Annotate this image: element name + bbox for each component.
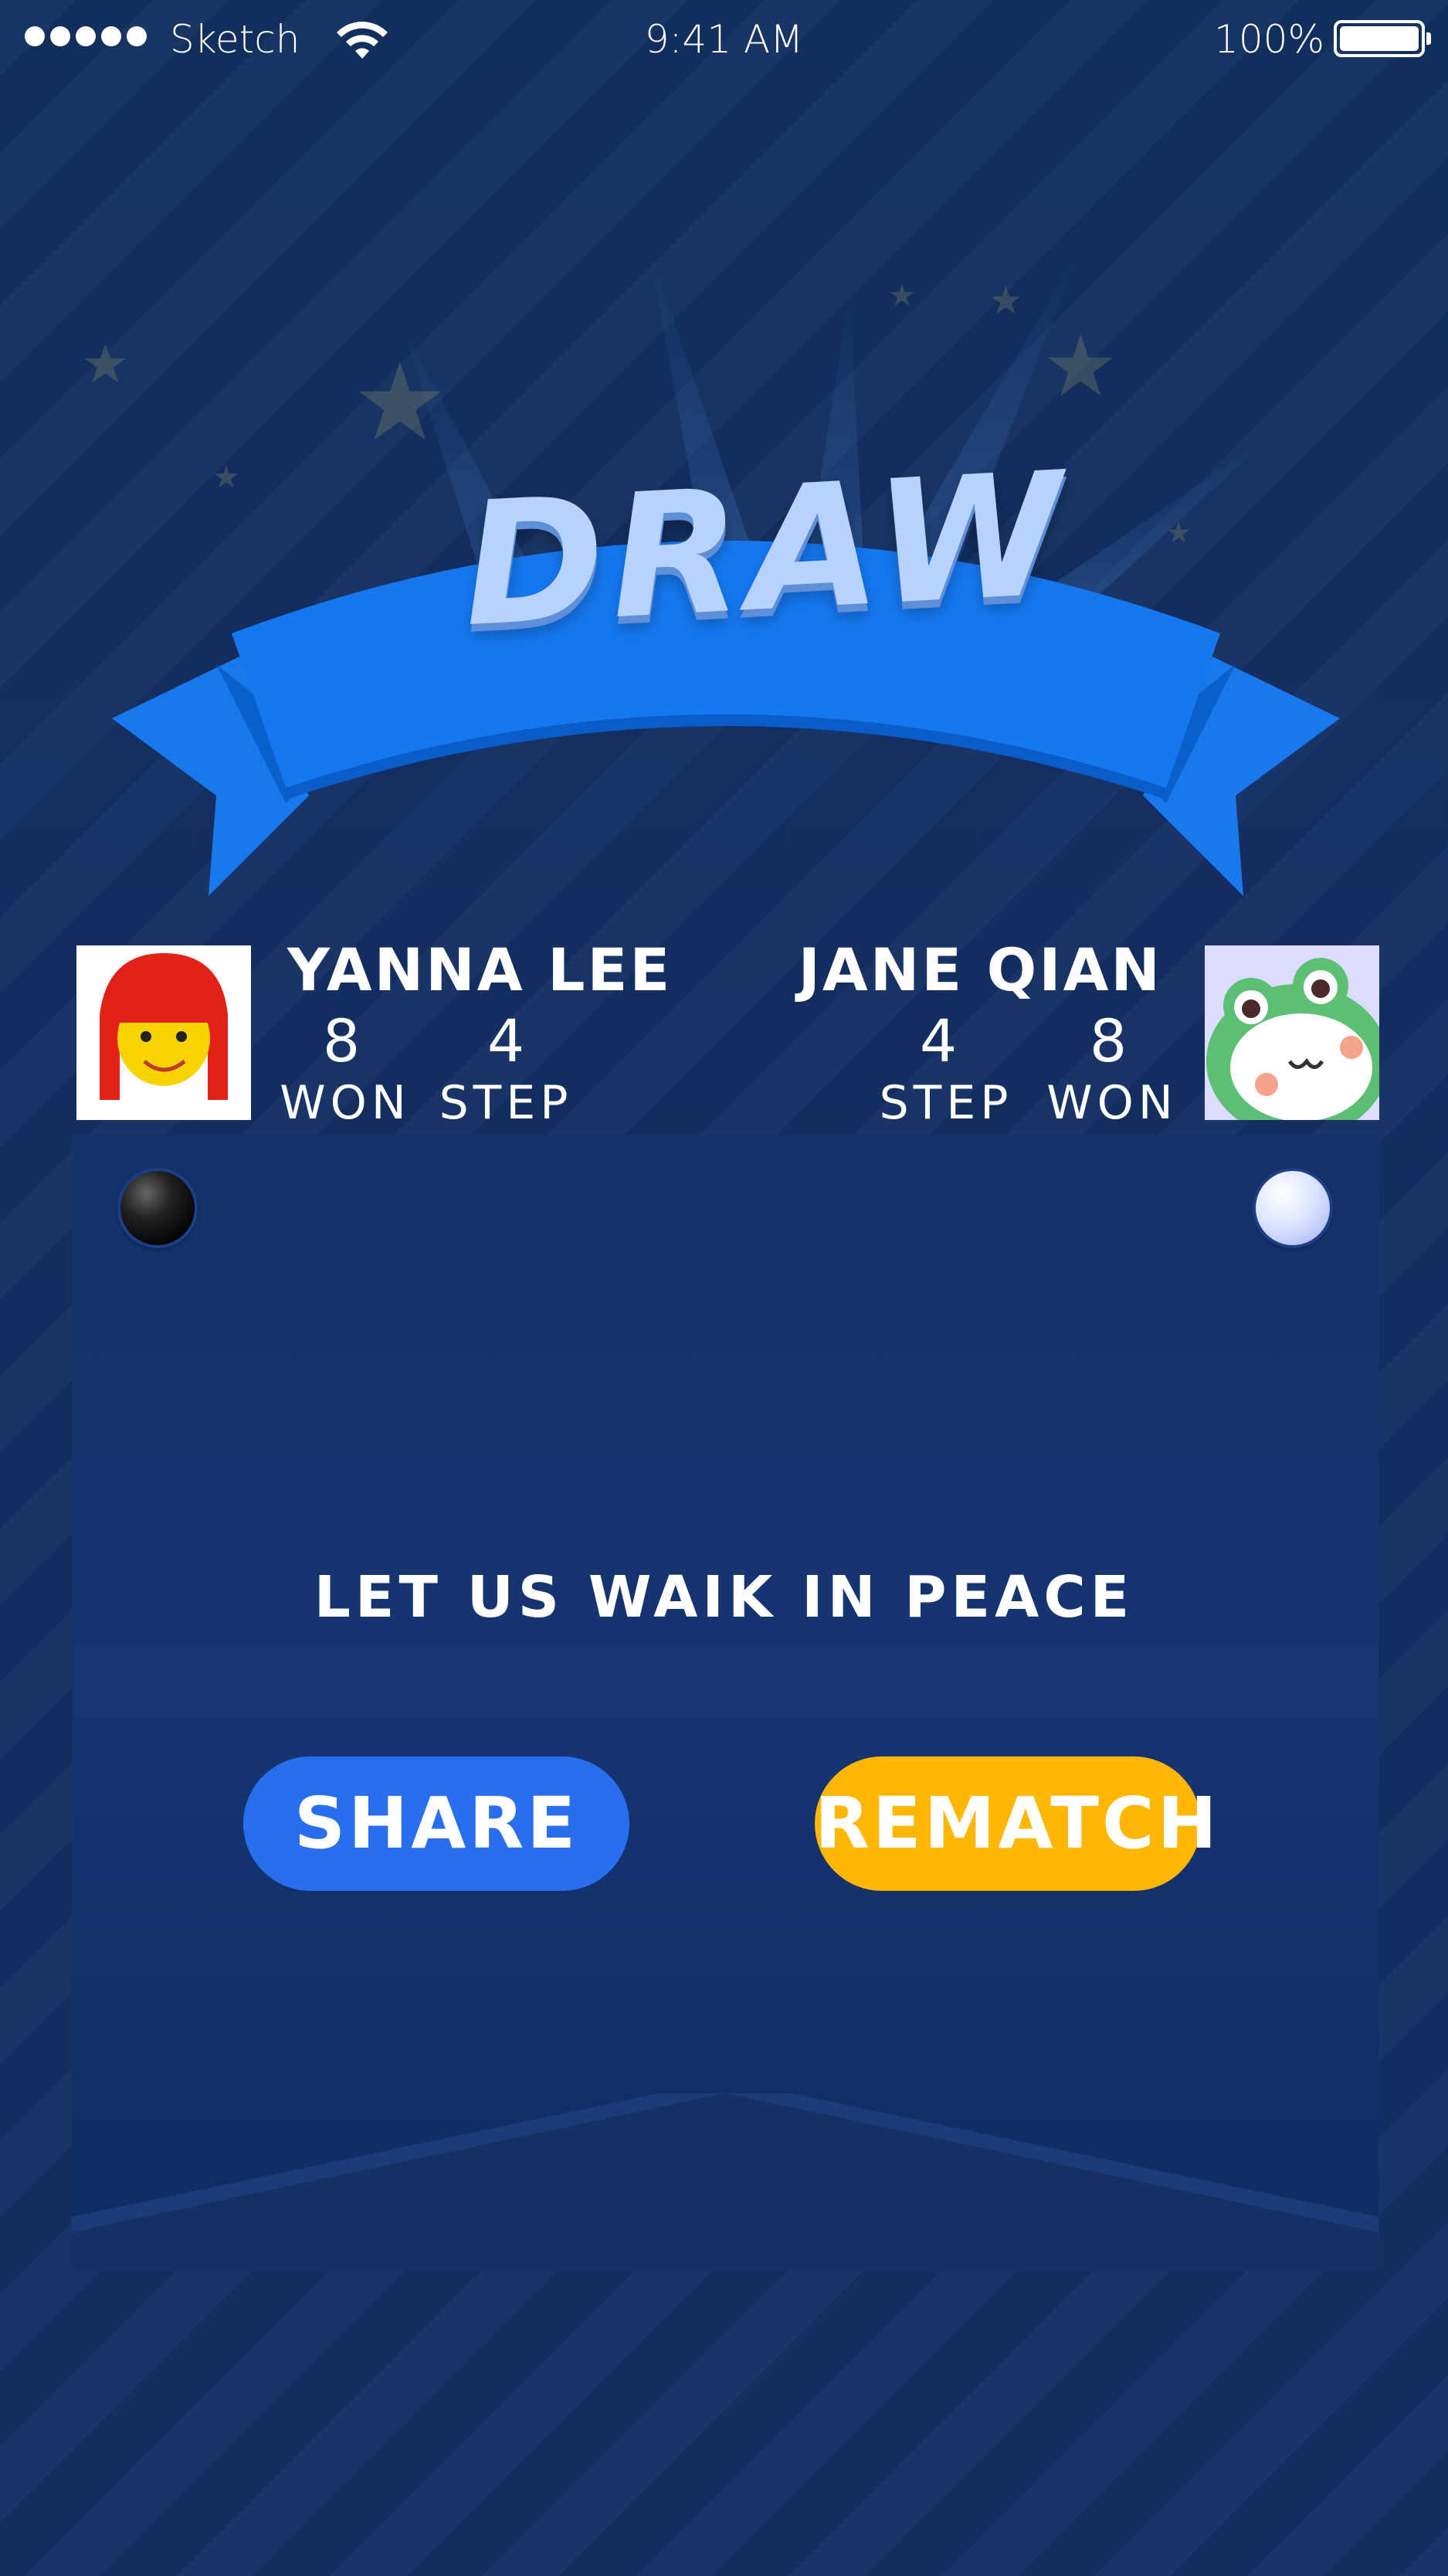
player-right-step: 4 — [919, 1006, 958, 1075]
star-icon: ★ — [989, 278, 1023, 323]
player-left-step: 4 — [487, 1006, 525, 1075]
player-left-step-label: STEP — [439, 1076, 573, 1130]
player-right-step-label: STEP — [879, 1076, 1013, 1130]
player-avatar-right[interactable] — [1205, 945, 1379, 1120]
player-left-won: 8 — [322, 1006, 361, 1075]
result-panel — [72, 1135, 1378, 2255]
battery-icon — [1334, 20, 1431, 57]
result-message: LET US WAIK IN PEACE — [314, 1564, 1134, 1631]
star-icon: ★ — [888, 278, 916, 314]
player-name-left: YANNA LEE — [287, 935, 673, 1004]
rematch-button[interactable]: REMATCH — [815, 1756, 1217, 1891]
star-icon: ★ — [1043, 317, 1119, 416]
player-avatar-left[interactable] — [76, 945, 251, 1120]
share-button[interactable]: SHARE — [243, 1756, 629, 1891]
battery-percentage: 100% — [1214, 17, 1324, 62]
player-right-won-label: WON — [1046, 1076, 1178, 1130]
player-right-won: 8 — [1089, 1006, 1128, 1075]
status-bar: Sketch 9:41 AM 100% — [0, 0, 1448, 77]
player-left-won-label: WON — [280, 1076, 411, 1130]
black-stone-icon — [120, 1171, 195, 1245]
player-name-right: JANE QIAN — [798, 935, 1162, 1004]
white-stone-icon — [1256, 1171, 1330, 1245]
frog-avatar-icon — [1205, 945, 1379, 1120]
girl-avatar-icon — [76, 945, 251, 1120]
star-icon: ★ — [81, 332, 130, 395]
panel-bottom-notch — [72, 2093, 1378, 2271]
result-title: DRAW — [458, 435, 1074, 665]
